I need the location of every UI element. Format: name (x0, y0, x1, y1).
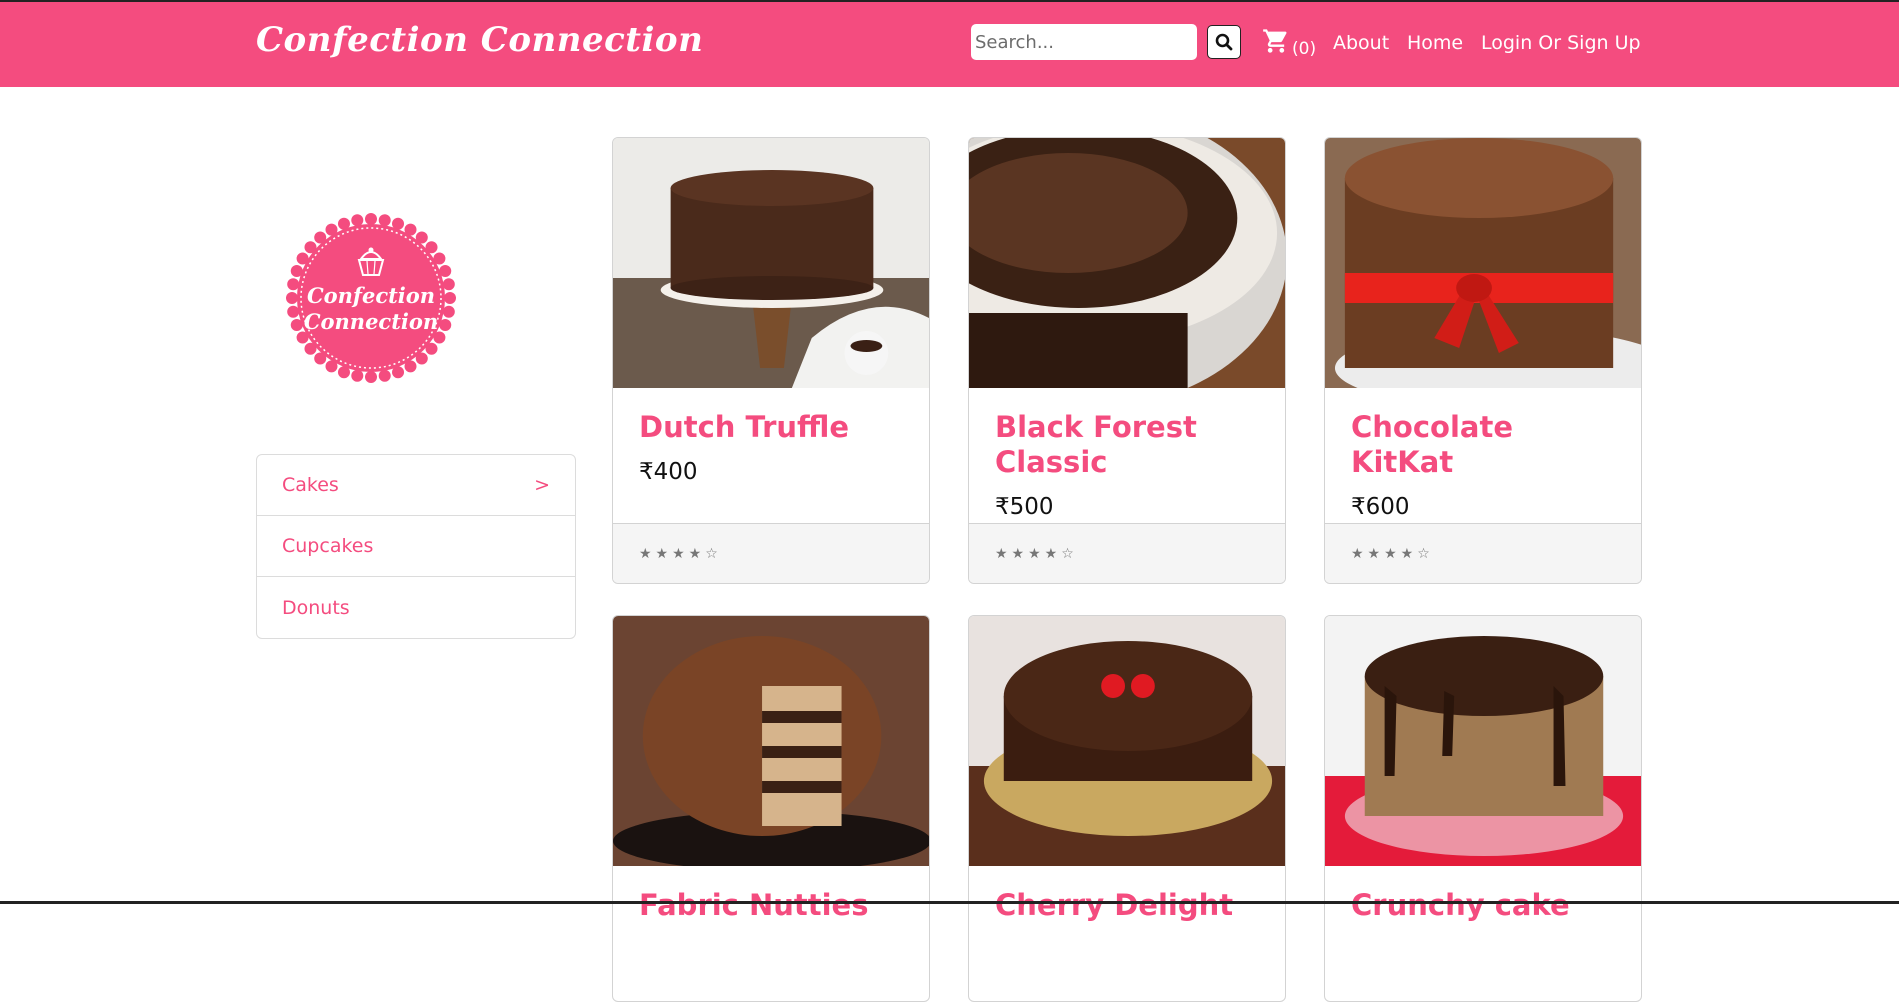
category-item-donuts[interactable]: Donuts (257, 577, 575, 638)
product-title[interactable]: Cherry Delight (995, 888, 1259, 923)
product-title[interactable]: Black Forest Classic (995, 410, 1259, 480)
product-card[interactable]: Dutch Truffle ₹400 ★★★★☆ (612, 137, 930, 584)
product-price: ₹600 (1351, 493, 1410, 520)
product-price: ₹500 (995, 493, 1054, 520)
cart-icon (1263, 29, 1287, 53)
nav-login[interactable]: Login Or Sign Up (1481, 32, 1641, 54)
product-image-black-forest (969, 138, 1285, 388)
product-card[interactable]: Crunchy cake (1324, 615, 1642, 1002)
brand-logo-text[interactable]: Confection Connection (256, 20, 703, 60)
product-image-crunchy-cake (1325, 616, 1641, 866)
product-image-chocolate-kitkat (1325, 138, 1641, 388)
product-title[interactable]: Crunchy cake (1351, 888, 1615, 923)
product-card[interactable]: Fabric Nutties (612, 615, 930, 1002)
search-icon (1215, 33, 1233, 51)
search-button[interactable] (1207, 25, 1241, 59)
product-price: ₹400 (639, 458, 698, 485)
category-label: Cupcakes (282, 535, 374, 557)
cart-button[interactable]: (0) (1262, 27, 1316, 59)
category-active-marker: > (534, 474, 550, 496)
product-title[interactable]: Chocolate KitKat (1351, 410, 1615, 480)
logo-text-line2: Connection (304, 309, 438, 334)
product-title[interactable]: Fabric Nutties (639, 888, 903, 923)
cart-count: (0) (1292, 39, 1317, 59)
category-item-cupcakes[interactable]: Cupcakes (257, 516, 575, 577)
nav-about[interactable]: About (1333, 32, 1389, 54)
brand-badge-logo: Confection Connection (286, 213, 456, 383)
product-image-cherry-delight (969, 616, 1285, 866)
product-card[interactable]: Cherry Delight (968, 615, 1286, 1002)
category-list: Cakes > Cupcakes Donuts (256, 454, 576, 639)
product-image-fabric-nutties (613, 616, 929, 866)
rating-stars: ★★★★☆ (1325, 523, 1641, 583)
product-card[interactable]: Black Forest Classic ₹500 ★★★★☆ (968, 137, 1286, 584)
product-title[interactable]: Dutch Truffle (639, 410, 903, 445)
search-input[interactable] (971, 24, 1197, 60)
logo-text-line1: Confection (307, 283, 435, 308)
rating-stars: ★★★★☆ (969, 523, 1285, 583)
nav-home[interactable]: Home (1407, 32, 1463, 54)
category-label: Donuts (282, 596, 350, 619)
category-label: Cakes (282, 474, 339, 496)
rating-stars: ★★★★☆ (613, 523, 929, 583)
category-item-cakes[interactable]: Cakes > (257, 455, 575, 516)
top-navbar: Confection Connection (0) About Home Log… (0, 2, 1899, 87)
product-image-dutch-truffle (613, 138, 929, 388)
product-card[interactable]: Chocolate KitKat ₹600 ★★★★☆ (1324, 137, 1642, 584)
